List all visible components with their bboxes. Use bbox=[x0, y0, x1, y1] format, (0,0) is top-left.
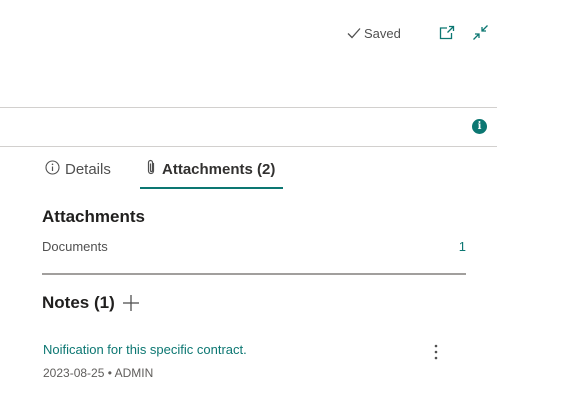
tab-attachments[interactable]: Attachments (2) bbox=[145, 158, 275, 180]
section-title-notes: Notes (1) bbox=[42, 293, 115, 312]
open-in-new-window-icon[interactable] bbox=[439, 25, 455, 41]
more-options-icon[interactable] bbox=[427, 342, 445, 362]
paperclip-icon bbox=[145, 159, 157, 180]
collapse-icon[interactable] bbox=[472, 24, 489, 41]
checkmark-icon bbox=[347, 27, 361, 39]
tab-details[interactable]: Details bbox=[45, 158, 111, 180]
active-tab-indicator bbox=[140, 187, 283, 189]
tab-label: Attachments (2) bbox=[162, 160, 276, 178]
saved-label: Saved bbox=[364, 25, 401, 41]
add-note-icon[interactable] bbox=[121, 293, 141, 313]
tab-label: Details bbox=[65, 160, 111, 178]
section-divider bbox=[42, 273, 466, 275]
info-circle-icon bbox=[45, 159, 60, 179]
note-meta: 2023-08-25 • ADMIN bbox=[43, 366, 154, 380]
note-text-link[interactable]: Noification for this specific contract. bbox=[43, 342, 247, 357]
documents-count-link[interactable]: 1 bbox=[452, 239, 466, 254]
saved-status: Saved bbox=[347, 24, 401, 42]
divider bbox=[0, 146, 497, 147]
divider bbox=[0, 107, 497, 108]
info-icon[interactable]: i bbox=[472, 119, 487, 134]
documents-label: Documents bbox=[42, 239, 108, 254]
section-title-attachments: Attachments bbox=[42, 207, 145, 226]
